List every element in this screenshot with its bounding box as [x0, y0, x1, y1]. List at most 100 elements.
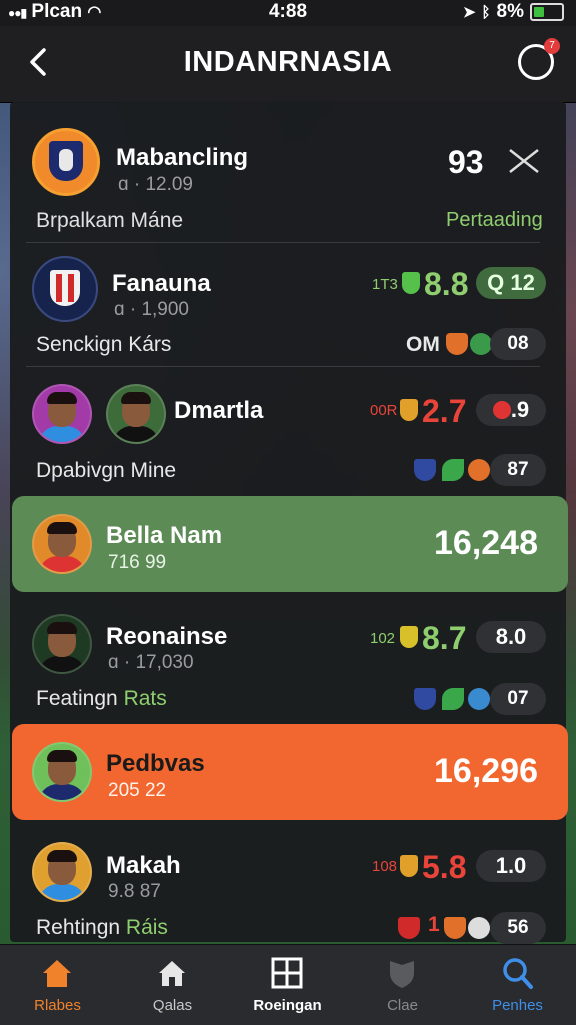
rating-pill[interactable]: 8.0: [476, 621, 546, 653]
avatar: [32, 842, 92, 902]
shield-icon: [414, 459, 436, 481]
cup-icon: [400, 855, 418, 877]
status-icons: ➤ ᛒ 8%: [463, 1, 564, 23]
rating-pill[interactable]: 1.0: [476, 850, 546, 882]
ball-icon: [468, 917, 490, 939]
page-title: INDANRNASIA: [183, 46, 393, 78]
nav-tab-rankings[interactable]: Roeingan: [230, 945, 345, 1025]
nav-label: Clae: [387, 997, 418, 1014]
player-name: Fanauna: [112, 270, 211, 297]
row-score: 93: [448, 144, 484, 180]
rating-value: 8.7: [422, 620, 467, 656]
player-name: Bella Nam: [106, 522, 223, 549]
search-icon: [503, 958, 533, 989]
player-sub: 9.8 87: [108, 881, 161, 902]
extra-pill[interactable]: 56: [490, 912, 546, 944]
highlight-card-orange[interactable]: Pedbvas 205 22 16,296: [12, 724, 568, 820]
card-value: 16,248: [434, 524, 538, 562]
grid-icon: [271, 957, 303, 989]
nav-label: Penhes: [492, 997, 543, 1014]
extra-pill[interactable]: 87: [490, 454, 546, 486]
row-label-accent: Ráis: [125, 916, 168, 939]
leaf-icon: [442, 688, 464, 710]
small-stat: 1T3: [372, 276, 398, 293]
avatar: [32, 514, 92, 574]
avatar: [106, 384, 166, 444]
close-button[interactable]: [506, 146, 542, 176]
rating-value: 8.8: [424, 266, 469, 302]
player-name: Pedbvas: [106, 750, 205, 777]
cup-icon: [402, 272, 420, 294]
player-sub: ɑ · 17,030: [108, 652, 194, 673]
club-crest-icon: [32, 256, 98, 322]
row-label: Senckign Kárs: [36, 333, 172, 356]
extra-pill[interactable]: 07: [490, 683, 546, 715]
leaf-icon: [442, 459, 464, 481]
divider: [26, 242, 540, 243]
small-stat: 102: [370, 630, 396, 647]
highlight-card-green[interactable]: Bella Nam 716 99 16,248: [12, 496, 568, 592]
shield-icon: [414, 688, 436, 710]
shield-icon: [398, 917, 420, 939]
divider: [26, 366, 540, 367]
row-label-accent: Rats: [123, 687, 167, 710]
cup-icon: [400, 626, 418, 648]
club-crest-icon: [32, 128, 100, 196]
row-label: Rehtingn Ráis: [36, 916, 168, 940]
close-icon: [509, 149, 539, 173]
player-name: Dmartla: [174, 397, 264, 424]
home-icon: [43, 960, 71, 987]
nav-tab-clae[interactable]: Clae: [345, 945, 460, 1025]
rating-pill-value: .9: [510, 397, 530, 422]
notification-badge: 7: [544, 38, 560, 54]
player-sub: 205 22: [108, 780, 167, 801]
player-sub: ɑ · 1,900: [114, 299, 189, 320]
nav-label: Qalas: [152, 997, 193, 1014]
ball-icon: [468, 688, 490, 710]
ball-icon: [470, 333, 492, 355]
top-app-bar: INDANRNASIA 7: [0, 26, 576, 103]
house-outline-icon: [159, 961, 185, 986]
ball-icon: [492, 401, 511, 419]
extra-prefix: 1: [428, 913, 440, 936]
small-stat: 00R: [370, 402, 398, 419]
ball-icon: [468, 459, 490, 481]
nav-tab-qalas[interactable]: Qalas: [115, 945, 230, 1025]
avatar: [32, 384, 92, 444]
status-text: Pertaading: [446, 209, 543, 231]
extra-prefix: OM: [406, 333, 440, 356]
player-sub: 716 99: [108, 552, 167, 573]
row-label-text: Featingn: [36, 687, 118, 710]
avatar: [32, 614, 92, 674]
shield-icon: [390, 961, 414, 988]
avatar: [32, 742, 92, 802]
shield-icon: [444, 917, 466, 939]
rating-pill[interactable]: .9: [476, 394, 546, 426]
row-label: Brpalkam Máne: [36, 209, 184, 232]
player-name: Mabancling: [116, 144, 249, 171]
battery-icon: [530, 3, 564, 21]
rating-pill[interactable]: Q 12: [476, 267, 546, 299]
location-icon: ➤: [462, 4, 476, 21]
row-label: Dpabivgn Mine: [36, 459, 177, 482]
player-name: Makah: [106, 852, 181, 879]
rating-value: 2.7: [422, 393, 467, 429]
card-value: 16,296: [434, 752, 538, 790]
nav-tab-search[interactable]: Penhes: [460, 945, 575, 1025]
nav-tab-home[interactable]: Rlabes: [0, 945, 115, 1025]
player-name: Reonainse: [106, 623, 228, 650]
row-label: Featingn Rats: [36, 687, 167, 711]
rating-value: 5.8: [422, 849, 467, 885]
extra-pill[interactable]: 08: [490, 328, 546, 360]
row-label-text: Rehtingn: [36, 916, 121, 939]
shield-icon: [446, 333, 468, 355]
cup-icon: [400, 399, 418, 421]
nav-label: Roeingan: [253, 997, 322, 1014]
battery-percent: 8%: [496, 1, 524, 22]
bluetooth-icon: ᛒ: [481, 3, 491, 21]
nav-label: Rlabes: [34, 997, 81, 1014]
player-sub: ɑ · 12.09: [118, 174, 193, 195]
status-bar: ●●▮ Plcan ◠ 4:88 ➤ ᛒ 8%: [0, 0, 576, 26]
bottom-navigation: Rlabes Qalas Roeingan Clae Penhes: [0, 944, 576, 1025]
small-stat: 108: [372, 858, 398, 875]
